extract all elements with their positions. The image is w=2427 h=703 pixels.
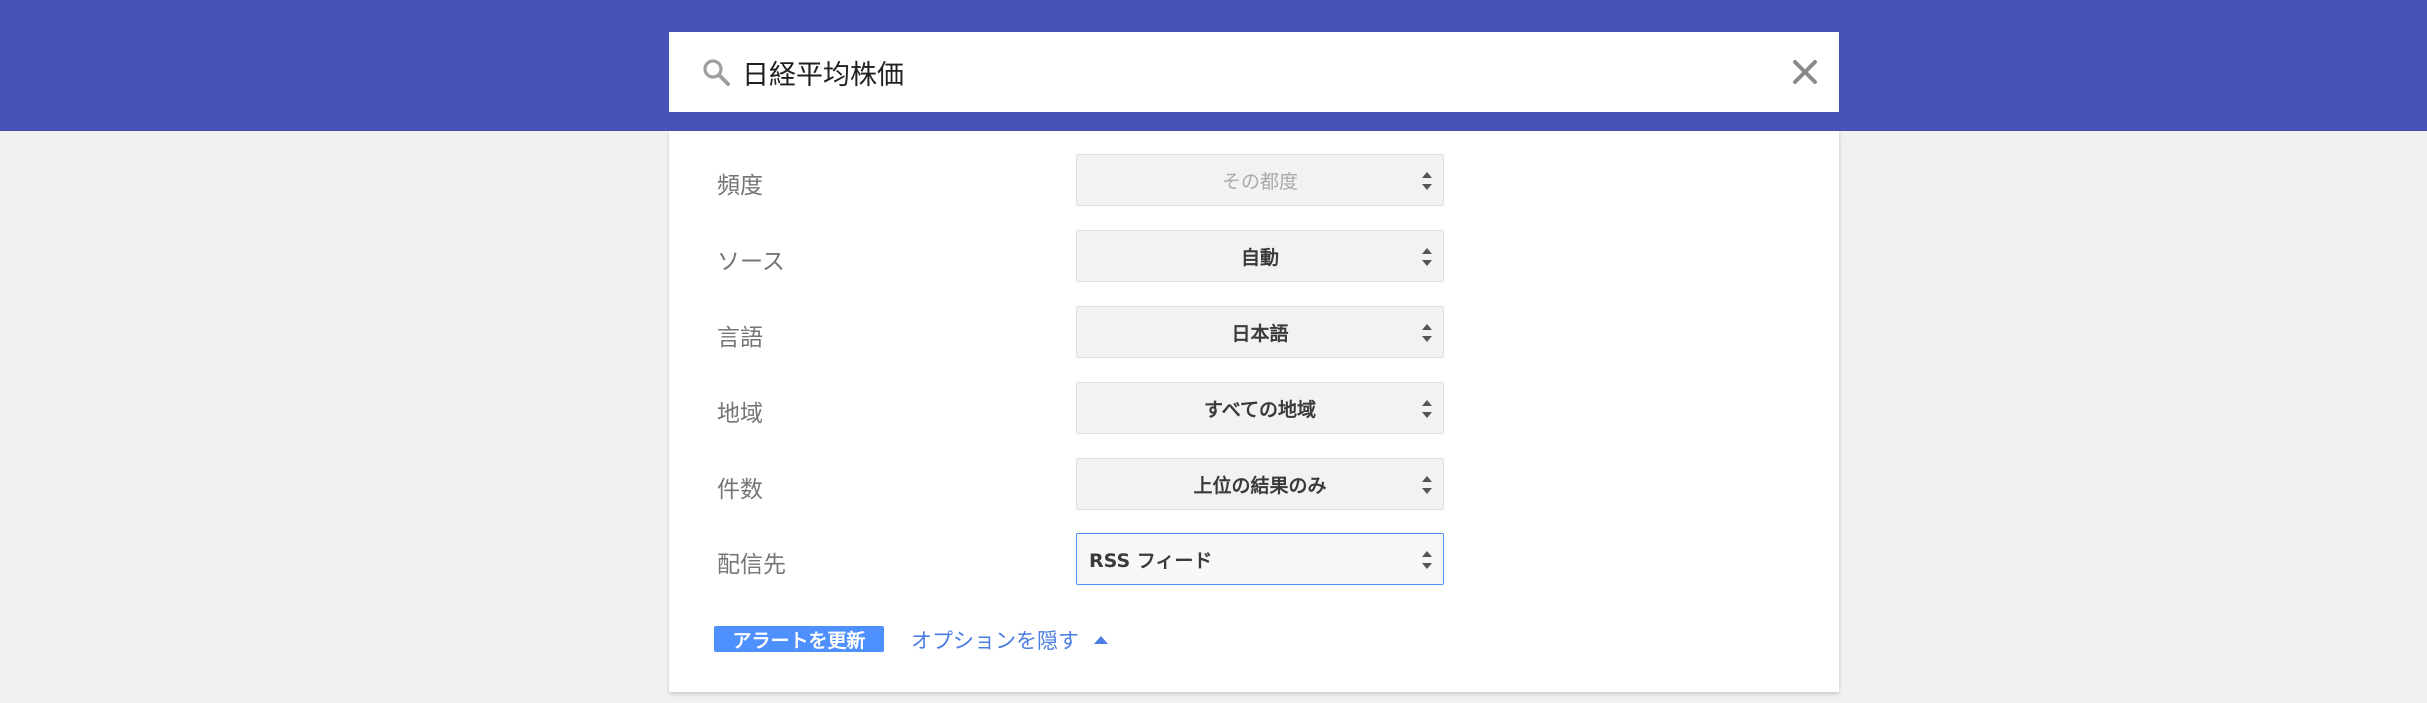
options-panel: 頻度 その都度 ソース 自動 言語 日本語 地域 すべての地域 件数 上位の結果… bbox=[669, 131, 1839, 692]
search-icon bbox=[703, 59, 730, 86]
caret-up-icon bbox=[1094, 636, 1108, 644]
source-value: 自動 bbox=[1240, 246, 1279, 269]
select-arrows-icon bbox=[1422, 248, 1432, 266]
hide-options-link[interactable]: オプションを隠す bbox=[911, 625, 1109, 655]
delivery-label: 配信先 bbox=[717, 552, 786, 578]
frequency-value: その都度 bbox=[1221, 170, 1298, 193]
close-icon[interactable] bbox=[1790, 57, 1820, 87]
option-row-region: 地域 すべての地域 bbox=[717, 382, 1817, 434]
select-arrows-icon bbox=[1422, 324, 1432, 342]
frequency-select[interactable]: その都度 bbox=[1076, 154, 1444, 206]
delivery-value: RSS フィード bbox=[1089, 549, 1213, 572]
delivery-select[interactable]: RSS フィード bbox=[1076, 533, 1444, 585]
select-arrows-icon bbox=[1422, 172, 1432, 190]
count-label: 件数 bbox=[717, 477, 763, 503]
select-arrows-icon bbox=[1422, 476, 1432, 494]
search-input[interactable] bbox=[742, 46, 1742, 98]
option-row-frequency: 頻度 その都度 bbox=[717, 154, 1817, 206]
select-arrows-icon bbox=[1422, 551, 1432, 569]
frequency-label: 頻度 bbox=[717, 173, 763, 199]
count-value: 上位の結果のみ bbox=[1193, 474, 1327, 497]
option-row-count: 件数 上位の結果のみ bbox=[717, 458, 1817, 510]
update-alert-button[interactable]: アラートを更新 bbox=[714, 626, 884, 652]
source-select[interactable]: 自動 bbox=[1076, 230, 1444, 282]
region-label: 地域 bbox=[717, 401, 763, 427]
select-arrows-icon bbox=[1422, 400, 1432, 418]
region-select[interactable]: すべての地域 bbox=[1076, 382, 1444, 434]
search-box bbox=[669, 32, 1839, 112]
actions-row: アラートを更新 オプションを隠す bbox=[714, 623, 1314, 653]
count-select[interactable]: 上位の結果のみ bbox=[1076, 458, 1444, 510]
language-value: 日本語 bbox=[1231, 322, 1289, 345]
hide-options-label: オプションを隠す bbox=[911, 629, 1079, 653]
option-row-language: 言語 日本語 bbox=[717, 306, 1817, 358]
source-label: ソース bbox=[717, 249, 785, 275]
option-row-source: ソース 自動 bbox=[717, 230, 1817, 282]
language-select[interactable]: 日本語 bbox=[1076, 306, 1444, 358]
region-value: すべての地域 bbox=[1204, 398, 1316, 421]
option-row-delivery: 配信先 RSS フィード bbox=[717, 533, 1817, 585]
language-label: 言語 bbox=[717, 325, 763, 351]
